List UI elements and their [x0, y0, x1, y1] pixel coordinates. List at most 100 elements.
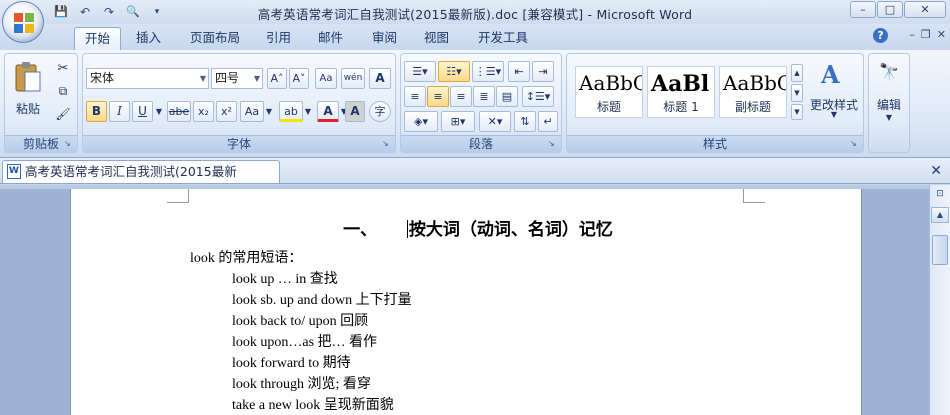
strikethrough-button[interactable]: abe: [167, 101, 191, 122]
align-right-button[interactable]: ≡: [450, 86, 472, 107]
style-heading-1-name: 标题 1: [663, 100, 699, 114]
close-button[interactable]: ✕: [904, 1, 946, 18]
align-left-button[interactable]: ≡: [404, 86, 426, 107]
font-group: 宋体 ▼ 四号 ▼ A˄ A˅ Aa wén A B I U ▼ abe x₂ …: [82, 53, 396, 153]
styles-more-icon[interactable]: ▼: [791, 104, 803, 120]
view-ruler-icon[interactable]: ⊡: [932, 189, 948, 203]
ribbon-window-controls: – ❐ ✕: [909, 28, 946, 41]
align-center-button[interactable]: ≡: [427, 86, 449, 107]
font-launcher-icon[interactable]: ↘: [382, 139, 392, 149]
document-close-icon[interactable]: ✕: [930, 163, 942, 179]
ribbon-restore-button[interactable]: ❐: [921, 28, 931, 41]
copy-icon[interactable]: ⧉: [53, 81, 73, 102]
paragraph-group: ☰▾ ☷▾ ⋮☰▾ ⇤ ⇥ ≡ ≡ ≡ ≣ ▤ ↕☰▾ ◈▾ ⊞▾ ✕▾ ⇅ ↵…: [400, 53, 562, 153]
phrase-line[interactable]: look upon…as 把… 看作: [232, 331, 377, 351]
bold-button[interactable]: B: [86, 101, 107, 122]
ribbon-close-button[interactable]: ✕: [937, 28, 946, 41]
change-styles-button[interactable]: A 更改样式 ▼: [807, 58, 861, 132]
phrase-line[interactable]: take a new look 呈现新面貌: [232, 394, 394, 414]
vertical-scrollbar[interactable]: ⊡ ▲: [929, 185, 950, 415]
maximize-button[interactable]: □: [877, 1, 903, 18]
tab-mailings[interactable]: 邮件: [308, 27, 353, 50]
chinese-layout-button[interactable]: ✕▾: [479, 111, 511, 132]
tab-home[interactable]: 开始: [74, 27, 122, 50]
scroll-thumb[interactable]: [932, 235, 948, 265]
borders-button[interactable]: ⊞▾: [441, 111, 475, 132]
grow-font-button[interactable]: A˄: [267, 68, 287, 89]
styles-scroll-down-icon[interactable]: ▼: [791, 84, 803, 102]
paragraph-launcher-icon[interactable]: ↘: [548, 139, 558, 149]
editing-dropdown-icon: ▼: [885, 113, 893, 122]
font-color-button[interactable]: A: [317, 101, 339, 122]
font-size-combo[interactable]: 四号 ▼: [211, 68, 263, 89]
character-border-button[interactable]: A: [369, 68, 391, 89]
office-button[interactable]: [2, 1, 44, 43]
editing-button[interactable]: 🔭 编辑 ▼: [871, 58, 907, 132]
bullets-button[interactable]: ☰▾: [404, 61, 436, 82]
phrase-line[interactable]: look up … in 查找: [232, 268, 338, 288]
ribbon-minimize-button[interactable]: –: [909, 28, 915, 41]
scroll-up-icon[interactable]: ▲: [931, 207, 949, 223]
phrase-line[interactable]: look through 浏览; 看穿: [232, 373, 371, 393]
clear-formatting-button[interactable]: Aa: [315, 68, 337, 89]
change-case-dropdown-icon[interactable]: ▼: [264, 101, 274, 122]
phrase-line[interactable]: look forward to 期待: [232, 352, 351, 372]
styles-scroll-up-icon[interactable]: ▲: [791, 64, 803, 82]
phrase-line[interactable]: look sb. up and down 上下打量: [232, 289, 412, 309]
subscript-button[interactable]: x₂: [193, 101, 214, 122]
section-heading-text: 按大词（动词、名词）记忆: [408, 220, 613, 240]
font-name-combo[interactable]: 宋体 ▼: [86, 68, 209, 89]
document-tab-bar: W 高考英语常考词汇自我测试(2015最新版).doc: [0, 158, 950, 200]
cut-icon[interactable]: ✂: [53, 58, 73, 79]
justify-button[interactable]: ≣: [473, 86, 495, 107]
increase-indent-button[interactable]: ⇥: [532, 61, 554, 82]
style-title[interactable]: AaBbC 标题: [575, 66, 643, 118]
ribbon-tabs: 开始 插入 页面布局 引用 邮件 审阅 视图 开发工具: [0, 24, 950, 50]
underline-button[interactable]: U: [132, 101, 153, 122]
phrase-line[interactable]: look back to/ upon 回顾: [232, 310, 368, 330]
highlight-button[interactable]: ab: [279, 101, 303, 122]
text-cursor: [406, 220, 408, 238]
styles-launcher-icon[interactable]: ↘: [850, 139, 860, 149]
character-shading-button[interactable]: A: [345, 101, 365, 122]
decrease-indent-button[interactable]: ⇤: [508, 61, 530, 82]
section-heading[interactable]: 一、 按大词（动词、名词）记忆: [71, 215, 861, 240]
tab-view[interactable]: 视图: [414, 27, 459, 50]
clipboard-launcher-icon[interactable]: ↘: [64, 139, 74, 149]
phrase-intro[interactable]: look 的常用短语：: [190, 247, 302, 267]
line-spacing-button[interactable]: ↕☰▾: [522, 86, 554, 107]
styles-group-label: 样式: [567, 135, 863, 152]
change-case-button[interactable]: Aa: [240, 101, 264, 122]
tab-insert[interactable]: 插入: [126, 27, 171, 50]
underline-dropdown-icon[interactable]: ▼: [154, 101, 164, 122]
sort-button[interactable]: ⇅: [514, 111, 536, 132]
enclose-characters-button[interactable]: 字: [369, 101, 391, 122]
tab-developer[interactable]: 开发工具: [468, 27, 538, 50]
document-tab[interactable]: W 高考英语常考词汇自我测试(2015最新版).doc: [2, 160, 280, 200]
distributed-button[interactable]: ▤: [496, 86, 518, 107]
shading-button[interactable]: ◈▾: [404, 111, 438, 132]
title-bar: 💾 ↶ ↷ 🔍 ▾ 高考英语常考词汇自我测试(2015最新版).doc [兼容模…: [0, 0, 950, 24]
numbering-button[interactable]: ☷▾: [438, 61, 470, 82]
document-page[interactable]: 一、 按大词（动词、名词）记忆 look 的常用短语： look up … in…: [70, 189, 862, 415]
tab-review[interactable]: 审阅: [362, 27, 407, 50]
tab-page-layout[interactable]: 页面布局: [180, 27, 250, 50]
shrink-font-button[interactable]: A˅: [289, 68, 309, 89]
paste-button[interactable]: 粘贴: [9, 58, 47, 122]
show-marks-button[interactable]: ↵: [538, 111, 558, 132]
font-group-label: 字体: [83, 135, 395, 152]
window-title: 高考英语常考词汇自我测试(2015最新版).doc [兼容模式] - Micro…: [257, 7, 693, 22]
help-icon[interactable]: ?: [873, 28, 888, 43]
phonetic-guide-button[interactable]: wén: [341, 68, 365, 89]
multilevel-list-button[interactable]: ⋮☰▾: [472, 61, 504, 82]
italic-button[interactable]: I: [109, 101, 130, 122]
font-name-value: 宋体: [90, 71, 115, 85]
style-heading-1[interactable]: AaBl 标题 1: [647, 66, 715, 118]
superscript-button[interactable]: x²: [216, 101, 237, 122]
format-painter-icon[interactable]: 🖌: [53, 104, 73, 125]
highlight-dropdown-icon[interactable]: ▼: [303, 101, 313, 122]
style-subtitle[interactable]: AaBbC 副标题: [719, 66, 787, 118]
style-title-name: 标题: [596, 100, 621, 114]
tab-references[interactable]: 引用: [256, 27, 301, 50]
minimize-button[interactable]: –: [850, 1, 876, 18]
